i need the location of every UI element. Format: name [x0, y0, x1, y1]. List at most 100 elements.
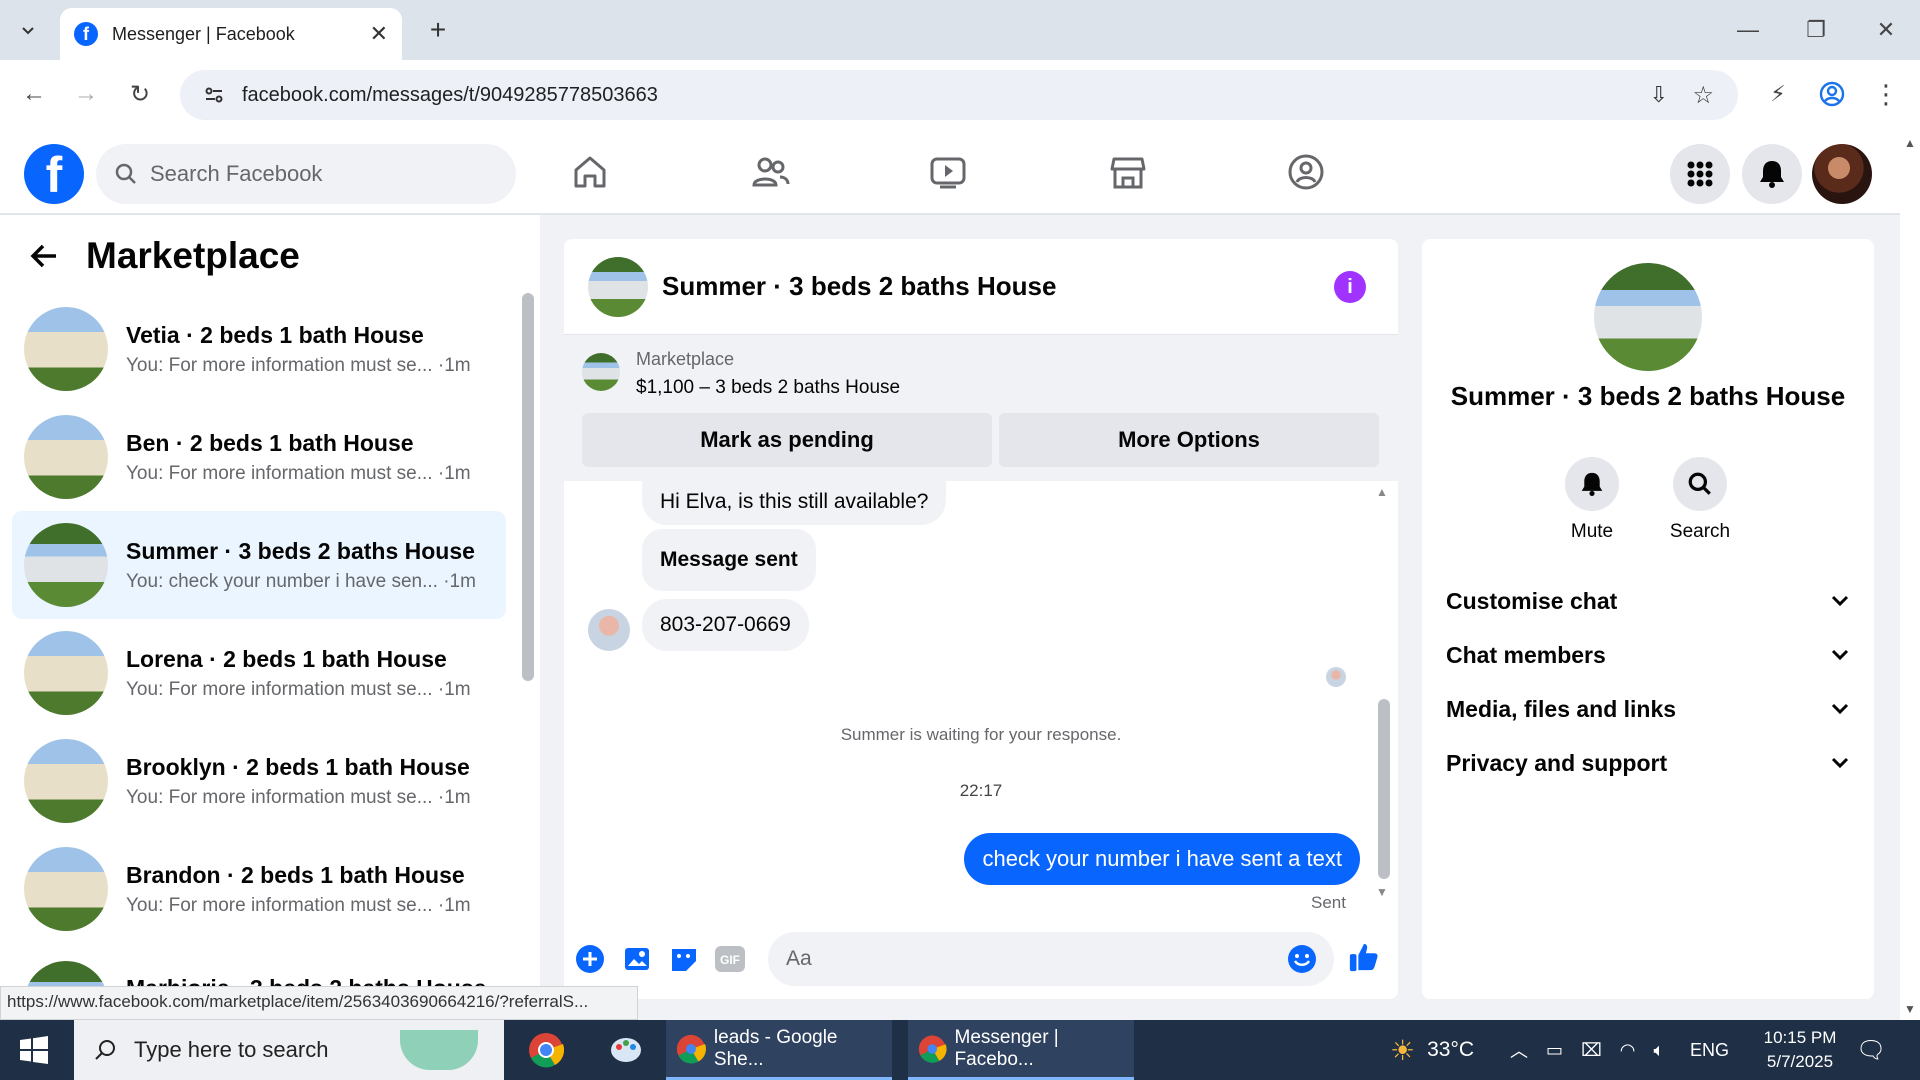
message-input[interactable]: Aa — [768, 932, 1334, 986]
notifications-button[interactable] — [1742, 144, 1802, 204]
chat-members-section[interactable]: Chat members — [1446, 635, 1850, 675]
back-button[interactable]: ← — [14, 74, 54, 114]
language-indicator[interactable]: ENG — [1690, 1020, 1729, 1080]
chevron-down-icon — [22, 27, 34, 35]
thumbs-up-icon[interactable] — [1348, 941, 1380, 973]
conversation-item[interactable]: Ben · 2 beds 1 bath House You: For more i… — [12, 403, 506, 511]
info-icon[interactable]: i — [1334, 271, 1366, 303]
taskbar-app-messenger[interactable]: Messenger | Facebo... — [908, 1020, 1134, 1080]
minimize-button[interactable]: — — [1718, 8, 1778, 52]
bookmark-star-icon[interactable]: ☆ — [1692, 81, 1714, 110]
scroll-down-arrow-icon[interactable]: ▼ — [1900, 1002, 1920, 1016]
weather-widget[interactable]: ☀ 33°C — [1390, 1020, 1474, 1080]
marketplace-banner: Marketplace $1,100 – 3 beds 2 baths Hous… — [564, 335, 1398, 481]
temperature: 33°C — [1427, 1038, 1475, 1061]
browser-toolbar: ← → ↻ facebook.com/messages/t/9049285778… — [0, 60, 1920, 130]
account-avatar[interactable] — [1812, 144, 1872, 204]
forward-button[interactable]: → — [66, 74, 106, 114]
active-tab[interactable]: f Messenger | Facebook ✕ — [60, 8, 402, 60]
menu-grid-button[interactable] — [1670, 144, 1730, 204]
clock-date: 5/7/2025 — [1766, 1052, 1834, 1071]
conversation-item[interactable]: Lorena · 2 beds 1 bath House You: For mor… — [12, 619, 506, 727]
scroll-down-arrow-icon[interactable]: ▼ — [1376, 885, 1388, 899]
video-nav-icon[interactable] — [918, 150, 978, 194]
gif-icon[interactable]: GIF — [714, 943, 746, 975]
paint-taskbar-icon[interactable] — [600, 1020, 652, 1080]
groups-nav-icon[interactable] — [1276, 150, 1336, 194]
scroll-up-arrow-icon[interactable]: ▲ — [1900, 136, 1920, 150]
close-window-button[interactable]: ✕ — [1856, 8, 1916, 52]
device-icon[interactable]: ⌧ — [1581, 1040, 1602, 1061]
search-icon — [1688, 472, 1711, 495]
restore-button[interactable]: ❐ — [1786, 8, 1846, 52]
listing-thumbnail — [24, 523, 108, 607]
media-files-links-section[interactable]: Media, files and links — [1446, 689, 1850, 729]
facebook-logo[interactable]: f — [24, 144, 84, 204]
windows-start-icon[interactable] — [20, 1036, 48, 1069]
conversation-preview: You: check your number i have sen... ·1m — [126, 570, 476, 592]
more-options-button[interactable]: More Options — [999, 413, 1379, 467]
conversation-name: Lorena · 2 beds 1 bath House — [126, 645, 447, 672]
message-bubble: Message sent — [642, 529, 816, 591]
sidebar-scrollbar[interactable] — [522, 293, 534, 681]
install-app-icon[interactable]: ⇩ — [1650, 82, 1668, 108]
chevron-up-icon[interactable]: ︿ — [1510, 1037, 1528, 1063]
privacy-support-section[interactable]: Privacy and support — [1446, 743, 1850, 783]
taskbar-app-label: Messenger | Facebo... — [954, 1026, 1059, 1070]
browser-tab-strip: f Messenger | Facebook ✕ + — ❐ ✕ — [0, 0, 1920, 60]
close-tab-icon[interactable]: ✕ — [370, 21, 388, 47]
reload-button[interactable]: ↻ — [120, 74, 160, 114]
home-nav-icon[interactable] — [560, 150, 620, 194]
emoji-icon[interactable] — [1286, 943, 1318, 975]
performance-icon[interactable]: ⚡ — [1758, 74, 1798, 114]
battery-icon[interactable]: ▭ — [1546, 1040, 1563, 1061]
taskbar-search-placeholder: Type here to search — [134, 1037, 329, 1062]
chat-scrollbar[interactable] — [1378, 699, 1390, 879]
customise-chat-section[interactable]: Customise chat — [1446, 581, 1850, 621]
sticker-icon[interactable] — [668, 943, 700, 975]
page-scrollbar[interactable]: ▲ ▼ — [1900, 130, 1920, 1020]
volume-icon[interactable]: 🔈︎ — [1653, 1040, 1664, 1061]
search-placeholder: Search Facebook — [150, 161, 323, 186]
notifications-center-icon[interactable]: 🗨︎ — [1856, 1020, 1886, 1080]
profile-icon[interactable] — [1812, 74, 1852, 114]
conversation-item[interactable]: Brooklyn · 2 beds 1 bath House You: For m… — [12, 727, 506, 835]
sidebar-title: Marketplace — [86, 235, 300, 276]
back-arrow-icon[interactable] — [28, 240, 60, 272]
listing-thumbnail — [24, 307, 108, 391]
conversation-item[interactable]: Brandon · 2 beds 1 bath House You: For mo… — [12, 835, 506, 943]
photo-icon[interactable] — [622, 943, 654, 975]
taskbar-app-sheets[interactable]: leads - Google She... — [666, 1020, 892, 1080]
clock[interactable]: 10:15 PM 5/7/2025 — [1750, 1020, 1850, 1080]
my-message-bubble: check your number i have sent a text — [964, 833, 1360, 885]
marketplace-nav-icon[interactable] — [1098, 150, 1158, 194]
system-tray-icons[interactable]: ︿ ▭ ⌧ ◠ 🔈︎ — [1510, 1020, 1664, 1080]
details-avatar[interactable] — [1594, 263, 1702, 371]
mute-label: Mute — [1570, 521, 1614, 542]
chrome-taskbar-icon[interactable] — [520, 1020, 572, 1080]
mark-as-pending-button[interactable]: Mark as pending — [582, 413, 992, 467]
scroll-up-arrow-icon[interactable]: ▲ — [1376, 485, 1388, 499]
new-tab-button[interactable]: + — [420, 12, 456, 48]
facebook-header: f Search Facebook — [0, 130, 1900, 214]
conversation-preview: You: For more information must se... ·1m — [126, 354, 471, 376]
friends-nav-icon[interactable] — [740, 150, 800, 194]
address-bar[interactable]: facebook.com/messages/t/9049285778503663… — [180, 70, 1738, 120]
wifi-icon[interactable]: ◠ — [1620, 1040, 1636, 1061]
conversation-item[interactable]: Vetia · 2 beds 1 bath House You: For more… — [12, 295, 506, 403]
site-info-icon[interactable] — [204, 85, 224, 105]
chat-title[interactable]: Summer · 3 beds 2 baths House — [662, 271, 1056, 302]
sender-avatar — [588, 609, 630, 651]
tab-search-button[interactable] — [10, 12, 46, 48]
conversation-sidebar: Marketplace Vetia · 2 beds 1 bath House Y… — [0, 215, 540, 1045]
plus-circle-icon[interactable] — [574, 943, 606, 975]
listing-source: Marketplace — [636, 349, 735, 369]
browser-menu-icon[interactable]: ⋮ — [1866, 74, 1906, 114]
chat-avatar[interactable] — [588, 256, 648, 317]
taskbar-search[interactable]: Type here to search — [74, 1020, 504, 1080]
listing-title[interactable]: $1,100 – 3 beds 2 baths House — [636, 377, 900, 399]
facebook-search-input[interactable]: Search Facebook — [96, 144, 516, 204]
conversation-item-active[interactable]: Summer · 3 beds 2 baths House You: check … — [12, 511, 506, 619]
search-conversation-button[interactable]: Search — [1660, 457, 1740, 543]
mute-button[interactable]: Mute — [1552, 457, 1632, 543]
